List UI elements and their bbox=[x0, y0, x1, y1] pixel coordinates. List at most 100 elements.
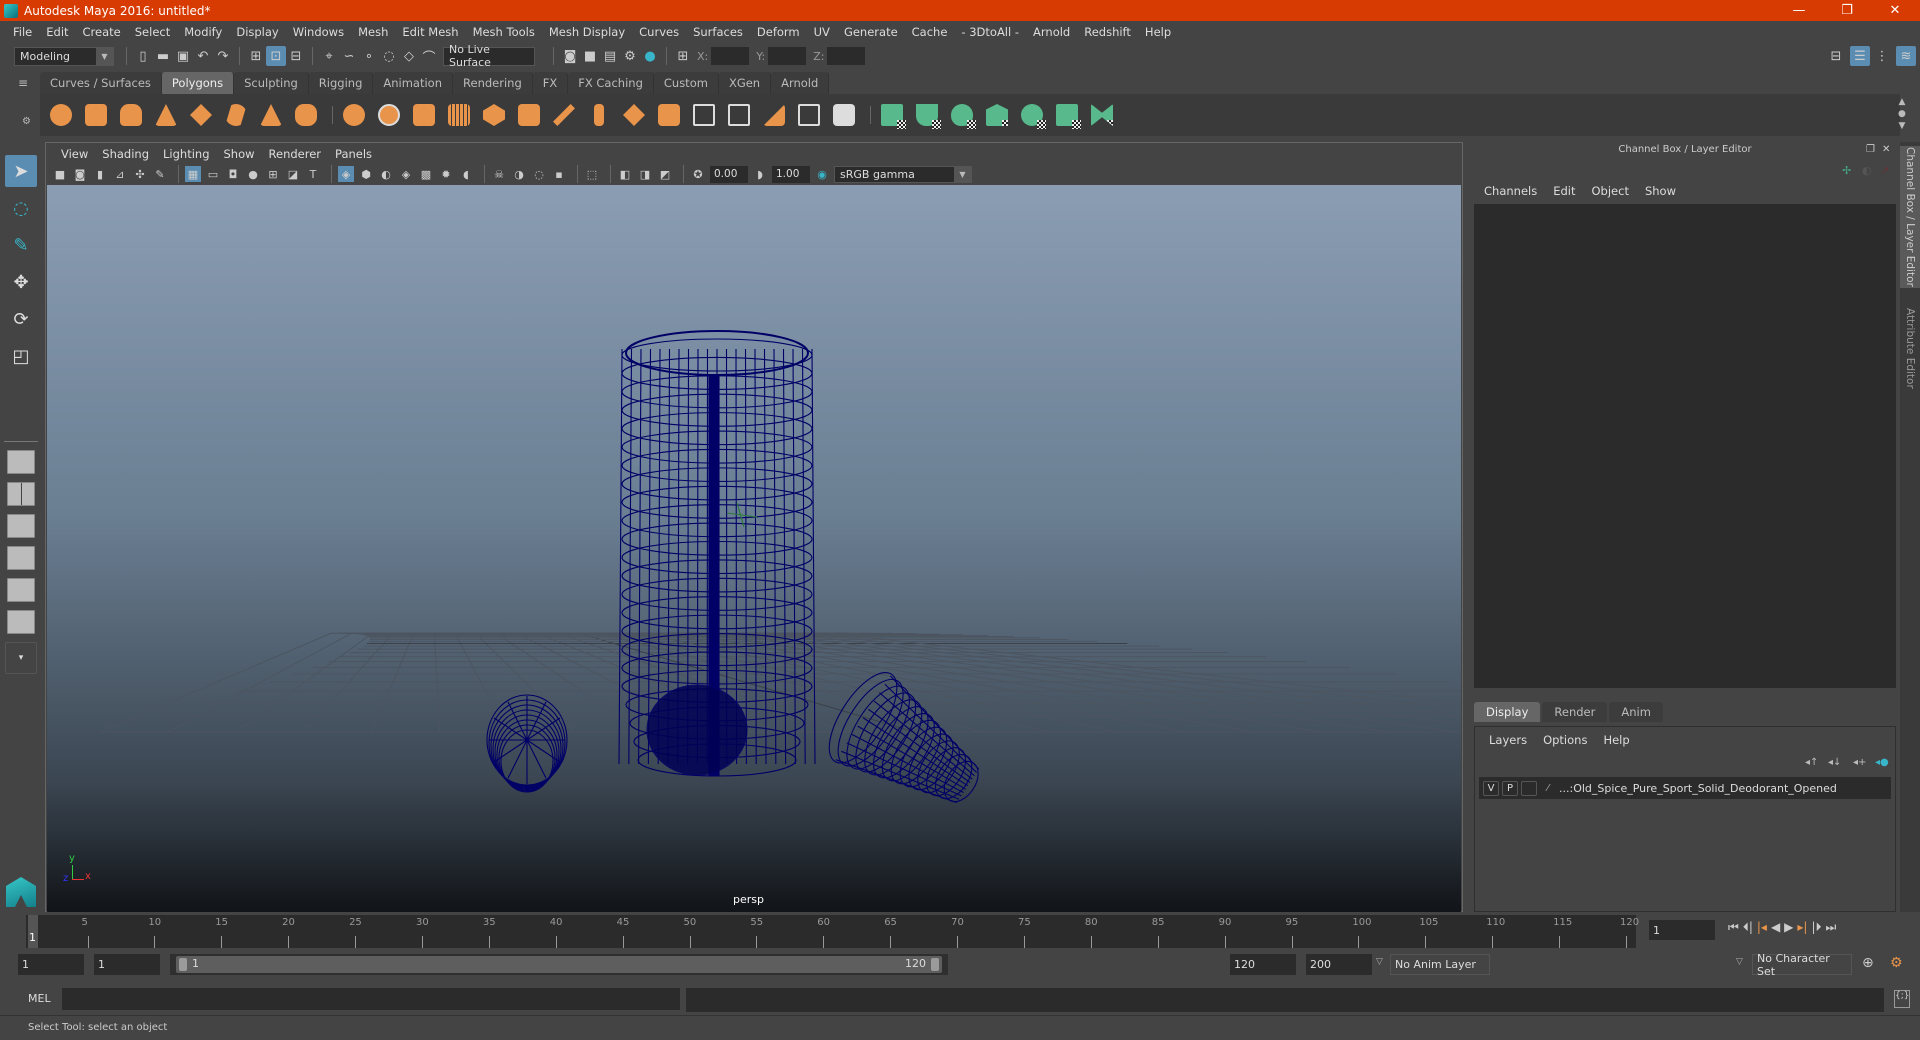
render-view-icon[interactable]: ◙ bbox=[560, 46, 580, 66]
layout-uv-icon[interactable] bbox=[1087, 100, 1117, 130]
wireframe-edge[interactable] bbox=[792, 348, 796, 765]
layer-tab-render[interactable]: Render bbox=[1542, 702, 1608, 722]
close-panel-icon[interactable]: ✕ bbox=[1882, 144, 1890, 155]
uv-editor-icon[interactable] bbox=[1052, 100, 1082, 130]
play-forward-icon[interactable]: ▶ bbox=[1784, 920, 1793, 935]
snap-point-icon[interactable]: ∘ bbox=[359, 46, 379, 66]
spherical-map-icon[interactable] bbox=[947, 100, 977, 130]
shadows-icon[interactable]: ◖ bbox=[458, 166, 474, 182]
menu-windows[interactable]: Windows bbox=[286, 25, 351, 39]
menu-uv[interactable]: UV bbox=[807, 25, 837, 39]
step-forward-frame-icon[interactable]: ▸| bbox=[1797, 920, 1807, 935]
menu-help[interactable]: Help bbox=[1138, 25, 1178, 39]
playback-end-field[interactable]: 120 bbox=[1230, 954, 1296, 975]
shelf-scroll[interactable]: ▲ ● ▼ bbox=[1898, 96, 1906, 132]
cylindrical-map-icon[interactable] bbox=[912, 100, 942, 130]
hypershade-layout-icon[interactable] bbox=[7, 578, 35, 602]
bevel-icon[interactable] bbox=[549, 100, 579, 130]
select-tool-icon[interactable]: ➤ bbox=[5, 155, 37, 187]
anim-layer-chevron-icon[interactable]: ▽ bbox=[1376, 957, 1383, 967]
snap-surface-icon[interactable]: ◇ bbox=[399, 46, 419, 66]
shelf-tab-fx-caching[interactable]: FX Caching bbox=[568, 72, 654, 94]
grid-icon[interactable]: ▦ bbox=[185, 166, 201, 182]
character-set-dropdown[interactable]: No Character Set bbox=[1752, 952, 1852, 978]
range-start-handle[interactable] bbox=[179, 958, 187, 971]
menu-surfaces[interactable]: Surfaces bbox=[686, 25, 750, 39]
viewport-menu-view[interactable]: View bbox=[54, 147, 95, 161]
bridge-icon[interactable] bbox=[584, 100, 614, 130]
viewport-menu-lighting[interactable]: Lighting bbox=[156, 147, 216, 161]
default-material-icon[interactable]: ◐ bbox=[378, 166, 394, 182]
exposure-field[interactable]: 0.00 bbox=[710, 165, 748, 183]
lasso-tool-icon[interactable]: ◌ bbox=[5, 192, 37, 224]
depth-of-field-icon[interactable]: ▪ bbox=[551, 166, 567, 182]
boolean-icon[interactable] bbox=[479, 100, 509, 130]
extrude-icon[interactable] bbox=[619, 100, 649, 130]
wireframe-icon[interactable]: ◈ bbox=[338, 166, 354, 182]
restore-button[interactable]: ❐ bbox=[1824, 0, 1870, 21]
snap-curve-icon[interactable]: ∽ bbox=[339, 46, 359, 66]
safe-action-icon[interactable]: ◪ bbox=[285, 166, 301, 182]
persp-outliner-layout-icon[interactable] bbox=[7, 514, 35, 538]
playback-start-field[interactable]: 1 bbox=[94, 954, 160, 975]
menu-cache[interactable]: Cache bbox=[905, 25, 955, 39]
open-scene-icon[interactable]: ▬ bbox=[153, 46, 173, 66]
layer-name[interactable]: ...:Old_Spice_Pure_Sport_Solid_Deodorant… bbox=[1559, 782, 1837, 795]
shelf-tab-custom[interactable]: Custom bbox=[653, 72, 719, 94]
toggle-tool-settings-icon[interactable]: ⋮ bbox=[1872, 46, 1892, 66]
menu-modify[interactable]: Modify bbox=[177, 25, 229, 39]
new-layer-icon[interactable]: ◂+ bbox=[1853, 757, 1866, 768]
snap-grid-icon[interactable]: ⌖ bbox=[319, 46, 339, 66]
wireframe-edge[interactable] bbox=[647, 348, 652, 765]
isolate-select-icon[interactable]: ⬚ bbox=[584, 166, 600, 182]
auto-key-icon[interactable]: ⊕ bbox=[1862, 955, 1874, 971]
extract-icon[interactable] bbox=[409, 100, 439, 130]
insert-edge-loop-icon[interactable] bbox=[654, 100, 684, 130]
append-polygon-icon[interactable] bbox=[829, 100, 859, 130]
hyperbolic-icon[interactable]: ↗ bbox=[1880, 164, 1889, 177]
bookmarks-icon[interactable]: ▮ bbox=[92, 166, 108, 182]
side-tab-attribute-editor[interactable]: Attribute Editor bbox=[1900, 292, 1920, 404]
scene-canvas[interactable] bbox=[47, 185, 1461, 912]
float-panel-icon[interactable]: ❐ bbox=[1866, 144, 1875, 155]
transform-input-icon[interactable]: ⊞ bbox=[673, 46, 693, 66]
layer-visibility-toggle[interactable]: V bbox=[1483, 780, 1499, 796]
menu-mesh-tools[interactable]: Mesh Tools bbox=[466, 25, 542, 39]
viewport-menu-panels[interactable]: Panels bbox=[328, 147, 379, 161]
menu-select[interactable]: Select bbox=[128, 25, 177, 39]
mel-input[interactable] bbox=[62, 988, 680, 1010]
render-settings-icon[interactable]: ⚙ bbox=[620, 46, 640, 66]
image-plane-icon[interactable]: ⊿ bbox=[112, 166, 128, 182]
close-button[interactable]: ✕ bbox=[1872, 0, 1918, 21]
channel-box-menu-object[interactable]: Object bbox=[1584, 184, 1637, 198]
channel-box-menu-show[interactable]: Show bbox=[1637, 184, 1684, 198]
menu-redshift[interactable]: Redshift bbox=[1077, 25, 1138, 39]
xray-icon[interactable]: ◧ bbox=[617, 166, 633, 182]
wireframe-edge[interactable] bbox=[801, 348, 806, 765]
render-current-icon[interactable]: ■ bbox=[580, 46, 600, 66]
grease-pencil-icon[interactable]: ✎ bbox=[152, 166, 168, 182]
toggle-attribute-editor-icon[interactable]: ☰ bbox=[1850, 46, 1870, 66]
layer-menu-layers[interactable]: Layers bbox=[1481, 733, 1535, 747]
minimize-button[interactable]: — bbox=[1776, 0, 1822, 21]
gamma-icon[interactable]: ◗ bbox=[752, 166, 768, 182]
smooth-shade-icon[interactable]: ⬢ bbox=[358, 166, 374, 182]
shelf-tab-polygons[interactable]: Polygons bbox=[161, 72, 235, 94]
menu-mesh-display[interactable]: Mesh Display bbox=[542, 25, 632, 39]
textured-icon[interactable]: ▩ bbox=[418, 166, 434, 182]
motion-blur-icon[interactable]: ◑ bbox=[511, 166, 527, 182]
play-backward-icon[interactable]: ◀ bbox=[1771, 920, 1780, 935]
poly-cylinder-icon[interactable] bbox=[116, 100, 146, 130]
mirror-icon[interactable] bbox=[514, 100, 544, 130]
viewport-menu-show[interactable]: Show bbox=[217, 147, 262, 161]
range-end-handle[interactable] bbox=[931, 958, 939, 971]
toggle-modeling-toolkit-icon[interactable]: ⊟ bbox=[1826, 46, 1846, 66]
y-field[interactable] bbox=[768, 47, 807, 65]
menu-create[interactable]: Create bbox=[76, 25, 128, 39]
poly-cube-icon[interactable] bbox=[81, 100, 111, 130]
pivot-x[interactable] bbox=[726, 512, 758, 518]
camera-attributes-icon[interactable]: ◙ bbox=[72, 166, 88, 182]
target-weld-icon[interactable] bbox=[724, 100, 754, 130]
film-gate-icon[interactable]: ▭ bbox=[205, 166, 221, 182]
anti-aliasing-icon[interactable]: ◌ bbox=[531, 166, 547, 182]
